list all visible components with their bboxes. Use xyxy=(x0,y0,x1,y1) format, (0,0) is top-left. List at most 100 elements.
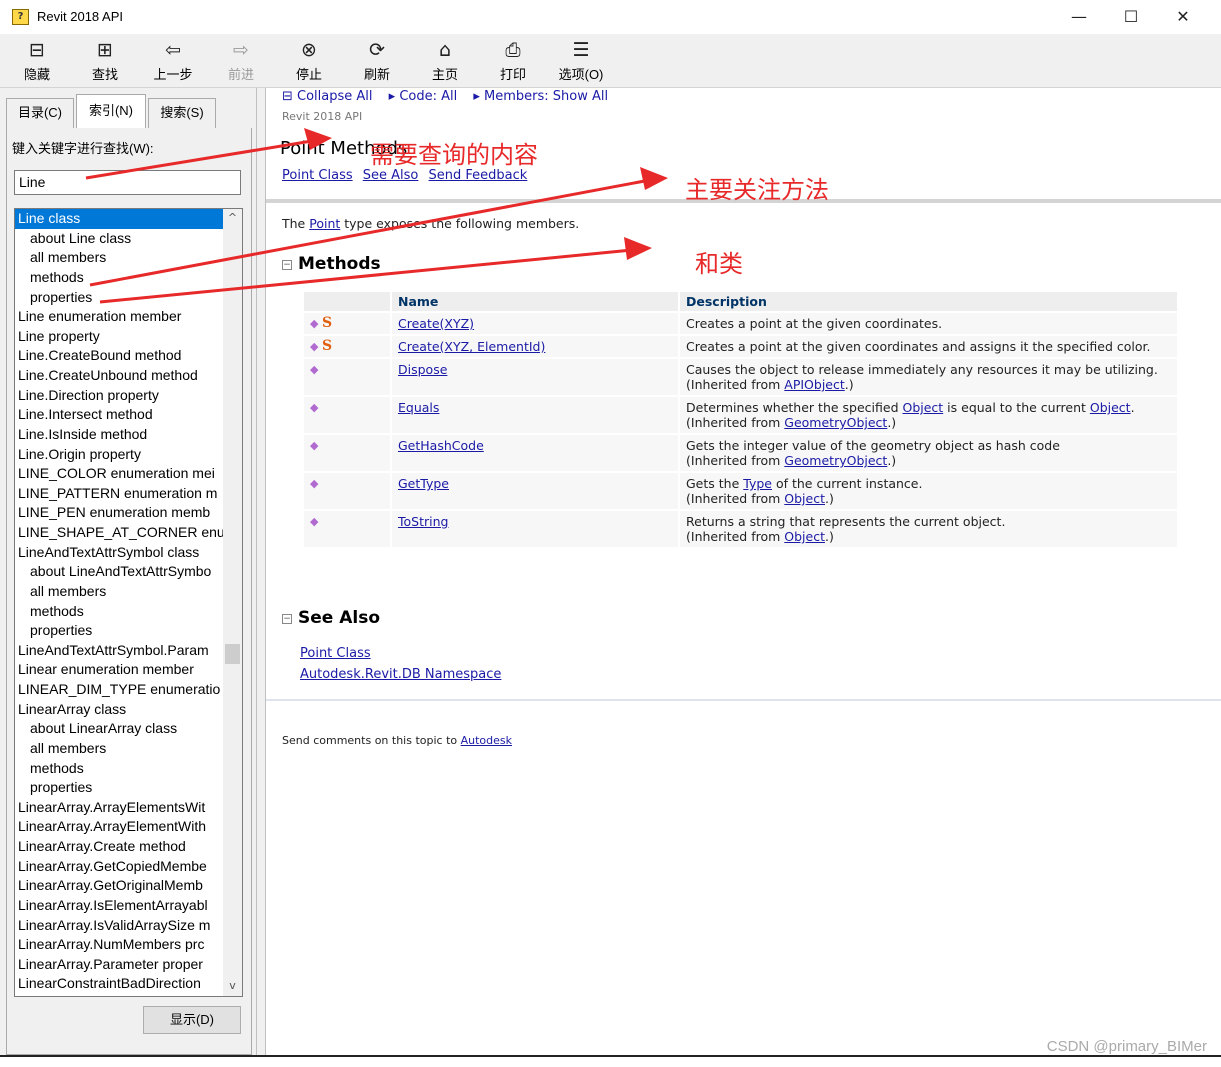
method-link[interactable]: GetHashCode xyxy=(398,438,484,453)
list-item[interactable]: LINE_SHAPE_AT_CORNER enur xyxy=(15,523,223,543)
description-link[interactable]: Object xyxy=(902,400,943,415)
list-item[interactable]: LINEAR_DIM_TYPE enumeratio xyxy=(15,680,223,700)
toolbar-button-label: 查找 xyxy=(91,67,118,82)
index-scrollbar[interactable]: ^ v xyxy=(223,209,242,996)
list-item[interactable]: all members xyxy=(15,582,223,602)
description-link[interactable]: APIObject xyxy=(784,377,845,392)
list-item[interactable]: Line.Intersect method xyxy=(15,405,223,425)
description-text: (Inherited from xyxy=(686,377,785,392)
list-item[interactable]: LineAndTextAttrSymbol class xyxy=(15,543,223,563)
list-item[interactable]: methods xyxy=(15,268,223,288)
method-link[interactable]: Create(XYZ) xyxy=(398,316,474,331)
method-link[interactable]: Equals xyxy=(398,400,439,415)
description-link[interactable]: Object xyxy=(784,491,825,506)
autodesk-link[interactable]: Autodesk xyxy=(461,734,512,747)
description-link[interactable]: GeometryObject xyxy=(784,453,887,468)
list-item[interactable]: properties xyxy=(15,778,223,798)
scroll-up-arrow-icon[interactable]: ^ xyxy=(223,209,242,227)
list-item[interactable]: Line property xyxy=(15,327,223,347)
list-item[interactable]: all members xyxy=(15,739,223,759)
see-also-link[interactable]: See Also xyxy=(363,168,419,183)
see-also-heading[interactable]: − See Also xyxy=(282,608,380,628)
method-description-cell: Gets the integer value of the geometry o… xyxy=(680,435,1177,471)
list-item[interactable]: about LineAndTextAttrSymbo xyxy=(15,562,223,582)
toolbar-button-5[interactable]: ⟳ 刷新 xyxy=(352,38,402,83)
description-link[interactable]: GeometryObject xyxy=(784,415,887,430)
toolbar-button-4[interactable]: ⊗ 停止 xyxy=(284,38,334,83)
close-button[interactable]: ✕ xyxy=(1168,5,1198,29)
list-item[interactable]: LinearArray.IsElementArrayabl xyxy=(15,896,223,916)
toolbar-button-0[interactable]: ⊟ 隐藏 xyxy=(12,38,62,83)
description-link[interactable]: Object xyxy=(784,529,825,544)
method-link[interactable]: ToString xyxy=(398,514,448,529)
minimize-button[interactable]: — xyxy=(1064,5,1094,29)
toolbar-button-7[interactable]: ⎙ 打印 xyxy=(488,38,538,83)
list-item[interactable]: methods xyxy=(15,602,223,622)
list-item[interactable]: properties xyxy=(15,288,223,308)
list-item[interactable]: LinearArray.ArrayElementWith xyxy=(15,817,223,837)
see-also-point-class-link[interactable]: Point Class xyxy=(300,646,371,661)
list-item[interactable]: LinearArray.GetCopiedMembe xyxy=(15,857,223,877)
keyword-input[interactable]: Line xyxy=(14,170,241,195)
list-item[interactable]: LinearArray.ArrayElementsWit xyxy=(15,798,223,818)
list-item[interactable]: LinearArray.GetOriginalMemb xyxy=(15,876,223,896)
collapse-all-link[interactable]: ⊟ Collapse All xyxy=(282,89,373,104)
list-item[interactable]: LinearArray class xyxy=(15,700,223,720)
toolbar-button-6[interactable]: ⌂ 主页 xyxy=(420,38,470,83)
list-item[interactable]: methods xyxy=(15,759,223,779)
footer-text: Send comments on this topic to Autodesk xyxy=(282,734,512,747)
list-item[interactable]: LineAndTextAttrSymbol.Param xyxy=(15,641,223,661)
list-item[interactable]: LinearArray.Parameter proper xyxy=(15,955,223,975)
list-item[interactable]: Line.Origin property xyxy=(15,445,223,465)
list-item[interactable]: LINE_COLOR enumeration mei xyxy=(15,464,223,484)
tab-contents[interactable]: 目录(C) xyxy=(6,98,74,128)
list-item[interactable]: properties xyxy=(15,621,223,641)
description-text: .) xyxy=(887,453,897,468)
list-item[interactable]: Line.CreateUnbound method xyxy=(15,366,223,386)
method-link[interactable]: GetType xyxy=(398,476,449,491)
list-item[interactable]: all members xyxy=(15,248,223,268)
method-name-cell: Equals xyxy=(392,397,678,433)
maximize-button[interactable]: ☐ xyxy=(1116,5,1146,29)
table-row: ◆ S Create(XYZ, ElementId) Creates a point … xyxy=(304,336,1177,357)
description-link[interactable]: Type xyxy=(743,476,772,491)
scroll-down-arrow-icon[interactable]: v xyxy=(223,977,242,995)
list-item[interactable]: Line class xyxy=(15,209,223,229)
list-item[interactable]: about LinearArray class xyxy=(15,719,223,739)
point-class-link[interactable]: Point Class xyxy=(282,168,353,183)
toolbar-button-8[interactable]: ☰ 选项(O) xyxy=(556,38,606,83)
method-icon: ◆ xyxy=(310,477,319,490)
list-item[interactable]: Line.CreateBound method xyxy=(15,346,223,366)
tab-index[interactable]: 索引(N) xyxy=(76,94,146,128)
list-item[interactable]: LinearArray.Create method xyxy=(15,837,223,857)
method-link[interactable]: Create(XYZ, ElementId) xyxy=(398,339,545,354)
list-item[interactable]: LinearConstraintBadDirection xyxy=(15,974,223,994)
show-button[interactable]: 显示(D) xyxy=(143,1006,241,1034)
index-list[interactable]: Line class about Line class all members met… xyxy=(14,208,243,997)
toolbar-button-3[interactable]: ⇨ 前进 xyxy=(216,38,266,83)
list-item[interactable]: LinearArray.IsValidArraySize m xyxy=(15,916,223,936)
see-also-namespace-link[interactable]: Autodesk.Revit.DB Namespace xyxy=(300,667,501,682)
list-item[interactable]: Line.IsInside method xyxy=(15,425,223,445)
see-also-toggle-icon[interactable]: − xyxy=(282,614,292,624)
list-item[interactable]: Linear enumeration member xyxy=(15,660,223,680)
pane-splitter[interactable] xyxy=(256,88,266,1055)
collapse-toggle-icon[interactable]: − xyxy=(282,260,292,270)
methods-heading[interactable]: − Methods xyxy=(282,254,381,274)
code-filter-link[interactable]: ▸ Code: All xyxy=(389,89,458,104)
members-filter-link[interactable]: ▸ Members: Show All xyxy=(473,89,608,104)
description-link[interactable]: Object xyxy=(1090,400,1131,415)
tab-search[interactable]: 搜索(S) xyxy=(148,98,216,128)
list-item[interactable]: Line.Direction property xyxy=(15,386,223,406)
list-item[interactable]: LINE_PATTERN enumeration m xyxy=(15,484,223,504)
toolbar-button-2[interactable]: ⇦ 上一步 xyxy=(148,38,198,83)
send-feedback-link[interactable]: Send Feedback xyxy=(429,168,528,183)
toolbar-button-1[interactable]: ⊞ 查找 xyxy=(80,38,130,83)
list-item[interactable]: Line enumeration member xyxy=(15,307,223,327)
scroll-thumb[interactable] xyxy=(225,644,240,664)
list-item[interactable]: about Line class xyxy=(15,229,223,249)
method-link[interactable]: Dispose xyxy=(398,362,447,377)
point-type-link[interactable]: Point xyxy=(309,216,340,231)
list-item[interactable]: LINE_PEN enumeration memb xyxy=(15,503,223,523)
list-item[interactable]: LinearArray.NumMembers prc xyxy=(15,935,223,955)
